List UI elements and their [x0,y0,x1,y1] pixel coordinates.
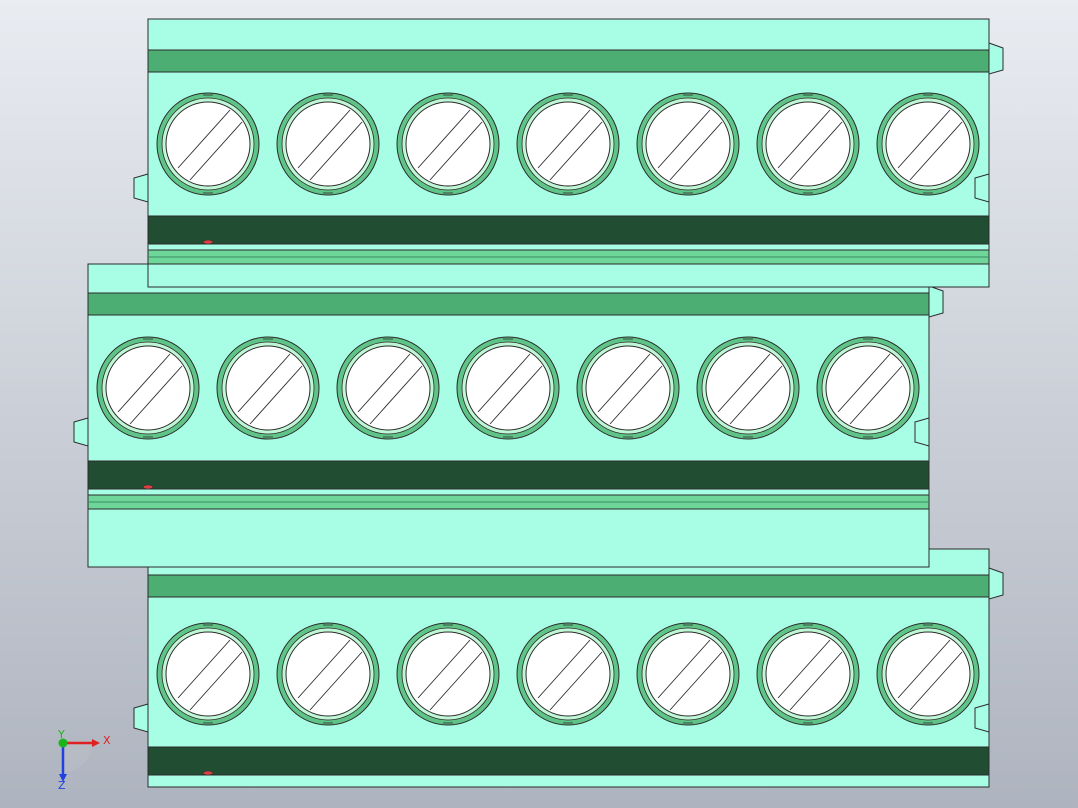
screw-head [105,345,191,431]
screw-head [825,345,911,431]
screw-terminal [816,336,920,440]
side-latch-left [73,417,89,447]
screw-head [645,631,731,717]
side-latch-right [988,567,1004,600]
screw-terminal [456,336,560,440]
screw-terminal [756,92,860,196]
screw-head [525,101,611,187]
screw-terminal [156,622,260,726]
screw-head [885,631,971,717]
screw-head [165,631,251,717]
pin-marker [142,484,154,490]
screw-terminal [156,92,260,196]
terminal-block-top [133,18,1004,288]
screw-head [765,631,851,717]
screw-terminal [876,622,980,726]
dark-band [87,460,930,490]
screw-terminal [516,622,620,726]
side-latch-left [133,173,149,203]
terminal-block-middle [73,263,944,568]
side-latch-inner [974,703,990,733]
triad-y-label: Y [57,728,65,741]
screw-terminal [276,622,380,726]
screw-head [225,345,311,431]
screw-terminal [396,622,500,726]
cad-viewport[interactable]: X Y Z [0,0,1078,808]
side-latch-inner [974,173,990,203]
screw-terminal [636,622,740,726]
screw-terminal [336,336,440,440]
axis-triad: X Y Z [57,728,111,792]
screw-terminal [96,336,200,440]
cad-scene: X Y Z [57,18,1004,792]
screw-head [285,631,371,717]
screw-terminal [516,92,620,196]
screw-head [705,345,791,431]
screw-head [525,631,611,717]
screw-head [585,345,671,431]
dark-band [147,746,990,776]
screw-terminal [576,336,680,440]
screw-head [885,101,971,187]
screw-terminal [876,92,980,196]
screw-head [165,101,251,187]
terminal-block-assembly [73,18,1004,788]
screw-terminal [696,336,800,440]
triad-x-arrow [92,739,100,747]
screw-terminal [216,336,320,440]
top-band [87,292,930,316]
terminal-block-bottom [133,548,1004,788]
screw-terminal [756,622,860,726]
side-latch-inner [914,417,930,447]
triad-z-label: Z [58,779,66,792]
screw-terminal [276,92,380,196]
screw-terminal [396,92,500,196]
triad-x-label: X [103,734,111,747]
screw-head [405,101,491,187]
screw-terminal [636,92,740,196]
screw-head [405,631,491,717]
screw-head [765,101,851,187]
side-latch-right [928,285,944,318]
pin-marker [202,770,214,776]
side-latch-right [988,42,1004,75]
screw-head [645,101,731,187]
screw-head [465,345,551,431]
pin-marker [202,239,214,245]
dark-band [147,215,990,245]
screw-head [285,101,371,187]
screw-head [345,345,431,431]
top-band [147,574,990,598]
side-latch-left [133,703,149,733]
top-band [147,49,990,73]
triad-quadrant [63,743,92,772]
